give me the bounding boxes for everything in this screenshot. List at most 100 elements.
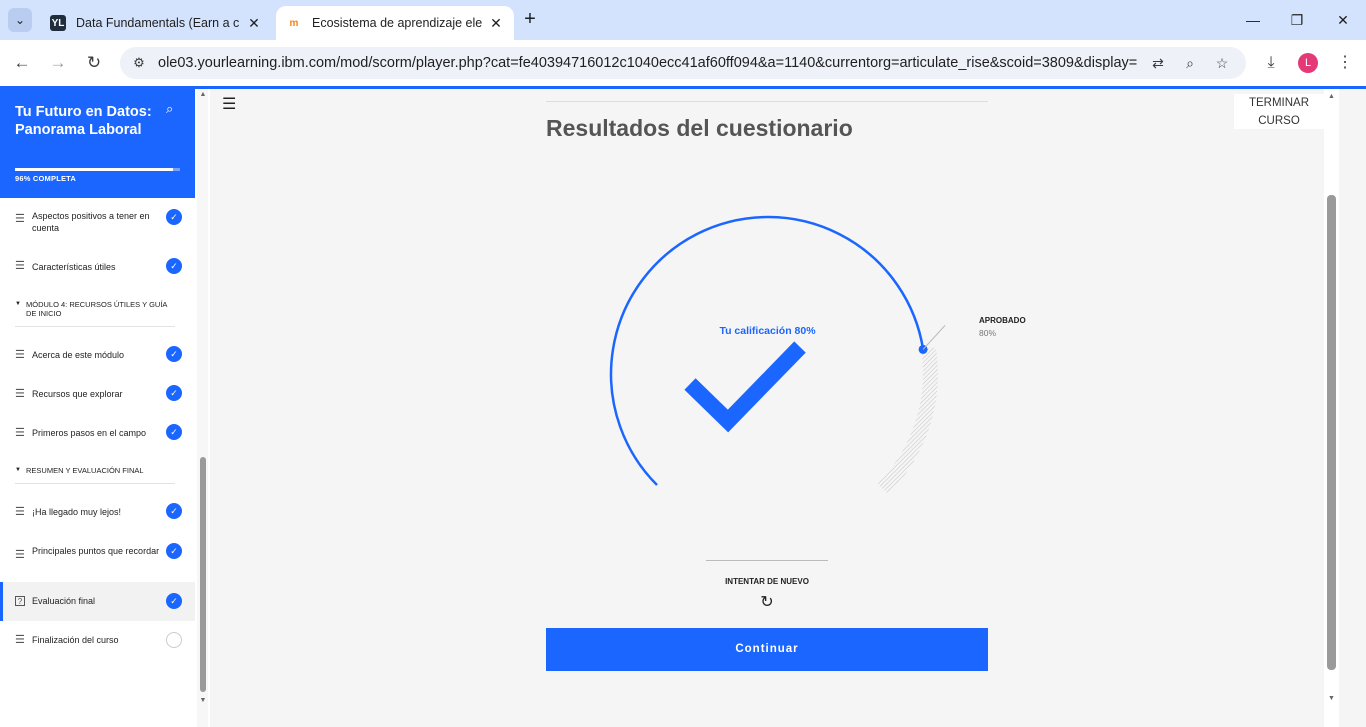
check-circle-icon: ✓ bbox=[166, 346, 182, 362]
restore-button[interactable]: ❐ bbox=[1282, 8, 1312, 32]
sidebar-item-label: Primeros pasos en el campo bbox=[32, 428, 147, 438]
check-circle-icon: ✓ bbox=[166, 503, 182, 519]
sidebar-item-ha-llegado[interactable]: ☰ ¡Ha llegado muy lejos! ✓ bbox=[0, 492, 195, 531]
reload-button[interactable]: ↻ bbox=[82, 51, 106, 75]
pass-leader-line bbox=[922, 325, 946, 350]
window-close-button[interactable]: ✕ bbox=[1328, 8, 1358, 32]
caret-down-icon: ▼ bbox=[15, 467, 21, 473]
site-settings-icon[interactable]: ⚙ bbox=[130, 54, 148, 72]
check-circle-icon: ✓ bbox=[166, 543, 182, 559]
avatar[interactable]: L bbox=[1298, 53, 1318, 73]
back-button[interactable]: ← bbox=[10, 51, 34, 75]
lines-icon: ☰ bbox=[15, 388, 25, 400]
pass-value: 80% bbox=[979, 328, 997, 338]
translate-icon[interactable]: ⇄ bbox=[1148, 54, 1168, 72]
tab-search-button[interactable]: ⌄ bbox=[8, 8, 32, 32]
close-icon[interactable]: ✕ bbox=[246, 15, 262, 32]
module-title: RESUMEN Y EVALUACIÓN FINAL bbox=[26, 466, 144, 475]
check-circle-icon: ✓ bbox=[166, 209, 182, 225]
sidebar-item-label: Finalización del curso bbox=[32, 635, 119, 645]
sidebar-item-label: Evaluación final bbox=[32, 596, 96, 606]
sidebar-item-label: Características útiles bbox=[32, 262, 116, 272]
lines-icon: ☰ bbox=[15, 427, 25, 439]
course-progress-fill bbox=[15, 168, 174, 171]
sidebar-item-recursos[interactable]: ☰ Recursos que explorar ✓ bbox=[0, 375, 195, 414]
forward-button[interactable]: → bbox=[46, 51, 70, 75]
course-header: Tu Futuro en Datos: Panorama Laboral ⌕ 9… bbox=[0, 89, 195, 198]
remaining-score-arc bbox=[877, 347, 938, 495]
tab-ecosistema[interactable]: m Ecosistema de aprendizaje elect ✕ bbox=[276, 6, 514, 40]
zoom-icon[interactable]: ⌕ bbox=[1180, 54, 1200, 72]
module-heading-resumen[interactable]: ▼ RESUMEN Y EVALUACIÓN FINAL bbox=[15, 466, 175, 475]
progress-label: 96% COMPLETA bbox=[15, 174, 77, 183]
divider bbox=[706, 560, 828, 561]
tab-title: Data Fundamentals (Earn a cred bbox=[76, 16, 240, 30]
course-sidebar: Tu Futuro en Datos: Panorama Laboral ⌕ 9… bbox=[0, 89, 210, 727]
search-icon[interactable]: ⌕ bbox=[166, 101, 182, 117]
sidebar-item-evaluacion-final[interactable]: ? Evaluación final ✓ bbox=[0, 582, 195, 621]
sidebar-scroll-thumb[interactable] bbox=[200, 457, 206, 692]
tab-data-fundamentals[interactable]: YL Data Fundamentals (Earn a cred ✕ bbox=[40, 6, 272, 40]
retry-label[interactable]: INTENTAR DE NUEVO bbox=[706, 577, 828, 586]
tab-bar: ⌄ YL Data Fundamentals (Earn a cred ✕ m … bbox=[0, 0, 1366, 40]
moodle-favicon-icon: m bbox=[289, 17, 299, 29]
empty-circle-icon bbox=[166, 632, 182, 648]
lines-icon: ☰ bbox=[15, 549, 25, 561]
sidebar-item-primeros-pasos[interactable]: ☰ Primeros pasos en el campo ✓ bbox=[0, 414, 195, 453]
download-icon[interactable]: ⤓ bbox=[1260, 52, 1282, 74]
lines-icon: ☰ bbox=[15, 506, 25, 518]
exit-course-button[interactable]: TERMINAR CURSO bbox=[1234, 94, 1324, 129]
score-gauge bbox=[609, 215, 946, 495]
sidebar-item-label: Aspectos positivos a tener en cuenta bbox=[32, 211, 150, 233]
address-bar[interactable]: ⚙ ole03.yourlearning.ibm.com/mod/scorm/p… bbox=[120, 47, 1246, 79]
lines-icon: ☰ bbox=[15, 634, 25, 646]
sidebar-item-label: Recursos que explorar bbox=[32, 389, 123, 399]
bookmark-star-icon[interactable]: ☆ bbox=[1212, 54, 1232, 72]
pass-label: APROBADO bbox=[979, 316, 1026, 325]
content-scroll-thumb[interactable] bbox=[1327, 195, 1336, 670]
divider bbox=[15, 483, 175, 484]
check-circle-icon: ✓ bbox=[166, 593, 182, 609]
minimize-button[interactable]: — bbox=[1238, 8, 1268, 32]
reload-icon: ↻ bbox=[86, 53, 102, 72]
lines-icon: ☰ bbox=[15, 349, 25, 361]
sidebar-item-caracteristicas[interactable]: ☰ Características útiles ✓ bbox=[0, 247, 195, 286]
arrow-left-icon: ← bbox=[13, 53, 31, 72]
new-tab-button[interactable]: + bbox=[520, 9, 540, 30]
scroll-down-icon[interactable]: ▼ bbox=[1326, 695, 1337, 702]
menu-icon[interactable]: ⋮ bbox=[1334, 52, 1356, 74]
hamburger-menu-icon[interactable]: ☰ bbox=[222, 97, 238, 113]
url-text[interactable]: ole03.yourlearning.ibm.com/mod/scorm/pla… bbox=[158, 55, 1138, 71]
close-icon[interactable]: ✕ bbox=[488, 15, 504, 32]
page-title: Resultados del cuestionario bbox=[546, 115, 853, 141]
yourlearning-favicon-icon: YL bbox=[50, 15, 66, 31]
sidebar-item-finalizacion[interactable]: ☰ Finalización del curso bbox=[0, 621, 195, 660]
sidebar-item-aspectos-positivos[interactable]: ☰ Aspectos positivos a tener en cuenta ✓ bbox=[0, 200, 195, 239]
course-progress-bar bbox=[15, 168, 180, 171]
check-circle-icon: ✓ bbox=[166, 385, 182, 401]
browser-toolbar: ← → ↻ ⚙ ole03.yourlearning.ibm.com/mod/s… bbox=[0, 40, 1366, 86]
scroll-down-icon[interactable]: ▼ bbox=[198, 697, 208, 704]
chevron-down-icon: ⌄ bbox=[14, 13, 26, 27]
check-circle-icon: ✓ bbox=[166, 424, 182, 440]
module-heading-4[interactable]: ▼ MÓDULO 4: RECURSOS ÚTILES Y GUÍA DE IN… bbox=[15, 300, 175, 318]
lesson-content: ☰ Resultados del cuestionario TERMINAR C… bbox=[210, 89, 1366, 727]
tab-title: Ecosistema de aprendizaje elect bbox=[312, 16, 482, 30]
sidebar-item-label: Principales puntos que recordar bbox=[32, 546, 160, 556]
scroll-up-icon[interactable]: ▲ bbox=[1326, 93, 1337, 100]
lines-icon: ☰ bbox=[15, 260, 25, 272]
check-circle-icon: ✓ bbox=[166, 258, 182, 274]
divider bbox=[15, 326, 175, 327]
sidebar-item-label: ¡Ha llegado muy lejos! bbox=[32, 507, 122, 517]
continue-button[interactable]: Continuar bbox=[546, 628, 988, 671]
grade-label: Tu calificación 80% bbox=[719, 325, 816, 337]
sidebar-item-principales-puntos[interactable]: ☰ Principales puntos que recordar ✓ bbox=[0, 535, 195, 574]
scroll-up-icon[interactable]: ▲ bbox=[198, 91, 208, 98]
sidebar-item-label: Acerca de este módulo bbox=[32, 350, 125, 360]
caret-down-icon: ▼ bbox=[15, 301, 21, 307]
quiz-icon: ? bbox=[15, 596, 25, 606]
lines-icon: ☰ bbox=[15, 213, 25, 225]
arrow-right-icon: → bbox=[49, 53, 67, 72]
retry-icon[interactable]: ↻ bbox=[758, 594, 776, 612]
sidebar-item-acerca[interactable]: ☰ Acerca de este módulo ✓ bbox=[0, 336, 195, 375]
